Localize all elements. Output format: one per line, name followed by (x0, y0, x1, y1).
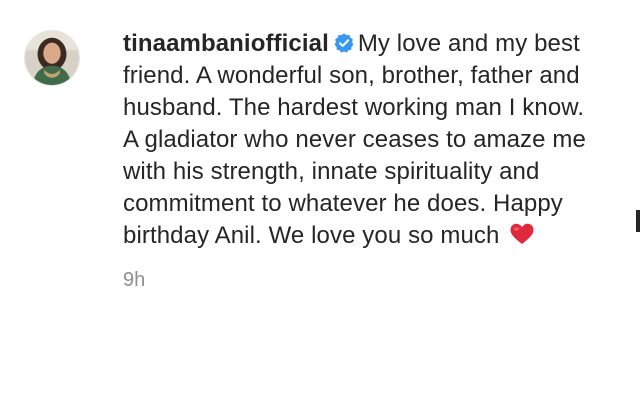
profile-photo-icon (25, 31, 79, 85)
verified-badge-icon (333, 32, 355, 54)
caption: tinaambaniofficial My love and my best fr… (123, 28, 593, 252)
timestamp[interactable]: 9h (123, 269, 145, 291)
comment-meta: 9h (123, 268, 593, 292)
comment-body: tinaambaniofficial My love and my best fr… (123, 28, 593, 292)
red-heart-icon (509, 222, 535, 246)
scrollbar-thumb[interactable] (636, 210, 640, 232)
username-link[interactable]: tinaambaniofficial (123, 30, 329, 57)
avatar[interactable] (24, 30, 80, 86)
comment-text: My love and my best friend. A wonderful … (123, 30, 586, 249)
